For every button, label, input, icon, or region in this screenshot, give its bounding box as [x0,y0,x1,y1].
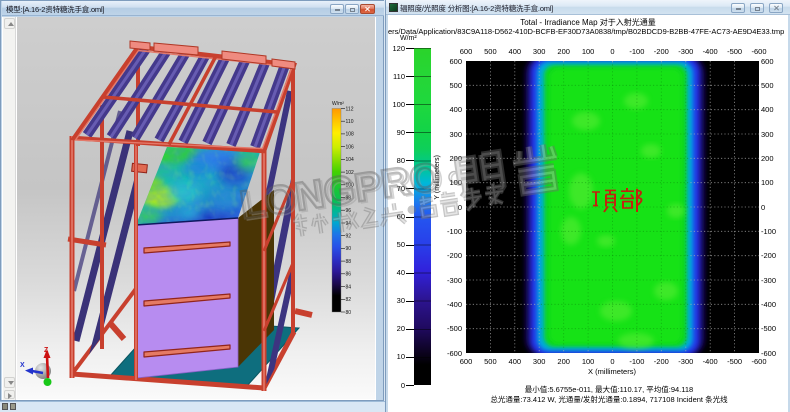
svg-text:82: 82 [346,297,352,303]
svg-text:84: 84 [346,284,352,290]
svg-text:Z: Z [44,347,49,354]
svg-text:W/m²: W/m² [332,101,344,107]
svg-text:102: 102 [346,170,355,176]
svg-text:98: 98 [346,195,352,201]
svg-text:100: 100 [346,183,355,189]
svg-text:94: 94 [346,221,352,227]
svg-text:90: 90 [346,246,352,252]
svg-text:80: 80 [346,310,352,316]
svg-text:88: 88 [346,259,352,265]
svg-text:92: 92 [346,234,352,240]
svg-text:108: 108 [346,132,355,138]
svg-text:X: X [20,362,25,369]
svg-text:110: 110 [346,119,354,125]
svg-text:86: 86 [346,272,352,278]
svg-text:96: 96 [346,208,352,214]
svg-text:106: 106 [346,145,355,151]
svg-text:112: 112 [346,106,354,112]
svg-text:104: 104 [346,157,355,163]
